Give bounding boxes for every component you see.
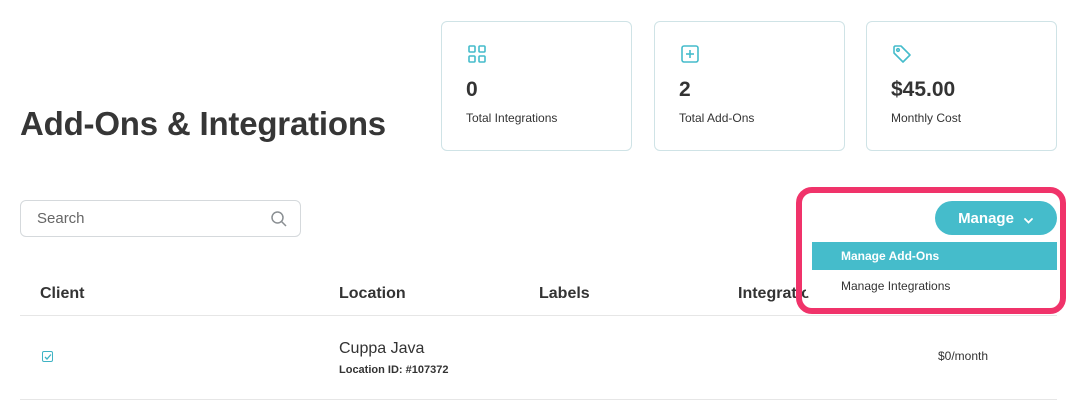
search-box: [20, 200, 301, 237]
column-header-client[interactable]: Client: [40, 285, 84, 303]
column-header-location[interactable]: Location: [339, 285, 406, 303]
plus-square-icon: [680, 44, 700, 64]
stat-label: Total Add-Ons: [679, 111, 755, 125]
row-client-name: Cuppa Java: [339, 340, 425, 357]
stat-label: Monthly Cost: [891, 111, 962, 125]
grid-icon: [467, 44, 487, 64]
stat-value: 2: [679, 78, 691, 101]
stat-value: $45.00: [891, 78, 956, 101]
price-tag-icon: [892, 44, 912, 64]
stat-card-integrations: 0 Total Integrations: [441, 21, 632, 151]
page-title: Add-Ons & Integrations: [20, 105, 386, 142]
search-icon[interactable]: [270, 210, 288, 228]
stat-value: 0: [466, 78, 478, 101]
column-header-labels[interactable]: Labels: [539, 285, 590, 303]
row-checkbox[interactable]: [42, 351, 53, 362]
highlight-annotation: [796, 187, 1066, 314]
row-divider: [20, 399, 1057, 400]
stat-card-addons: 2 Total Add-Ons: [654, 21, 845, 151]
row-location-id: Location ID: #107372: [339, 364, 449, 376]
search-input[interactable]: [22, 202, 262, 235]
stat-label: Total Integrations: [466, 111, 558, 125]
header-divider: [20, 315, 1057, 316]
stat-card-monthly-cost: $45.00 Monthly Cost: [866, 21, 1057, 151]
row-addons-cost: $0/month: [938, 349, 989, 363]
